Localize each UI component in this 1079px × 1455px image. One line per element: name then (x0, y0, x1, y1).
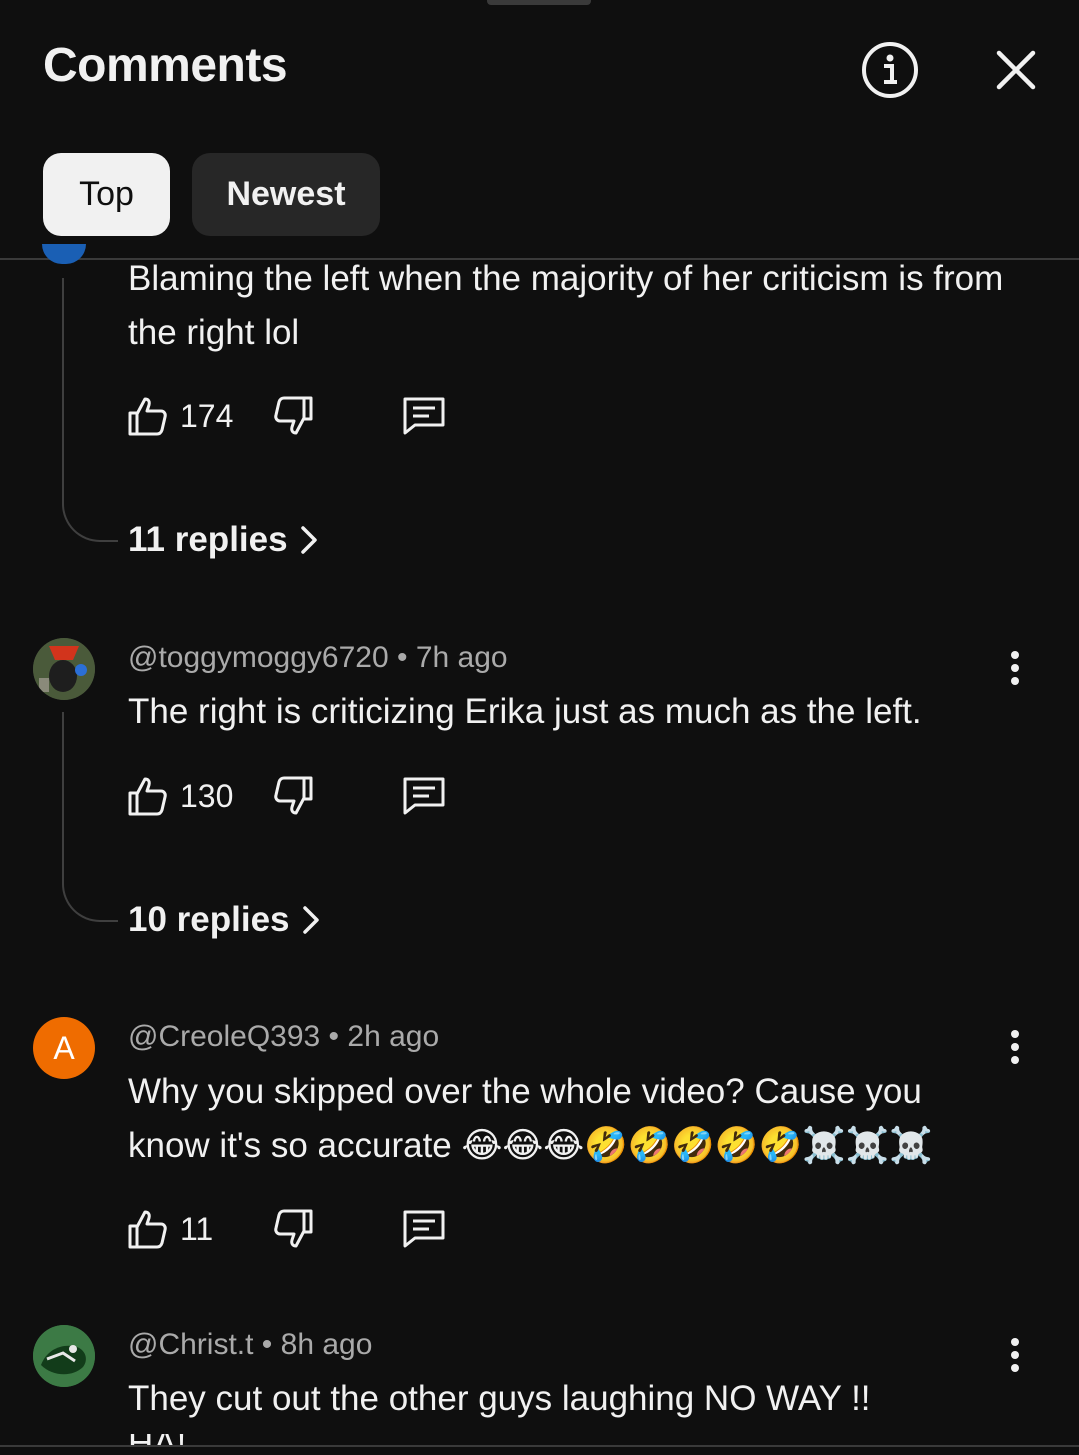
comment-meta: @toggymoggy6720 • 7h ago (128, 641, 508, 675)
thumbs-up-icon (128, 777, 167, 816)
comment-time: 2h ago (347, 1020, 440, 1053)
comment-meta: @Christ.t • 8h ago (128, 1328, 372, 1362)
meta-separator: • (320, 1020, 348, 1053)
thumbs-down-icon (274, 1209, 313, 1248)
replies-count: 11 replies (128, 520, 288, 559)
drag-handle[interactable] (487, 0, 591, 5)
like-count: 11 (180, 1210, 214, 1247)
dislike-button[interactable] (273, 1208, 315, 1250)
info-button[interactable] (858, 38, 922, 102)
comment-icon (403, 1210, 445, 1248)
close-button[interactable] (984, 38, 1048, 102)
comment-text: They cut out the other guys laughing NO … (128, 1379, 871, 1418)
replies-link[interactable]: 10 replies (128, 900, 320, 940)
dislike-button[interactable] (273, 775, 315, 817)
comment-actions: 130 (126, 774, 447, 818)
thumbs-up-icon (128, 397, 167, 436)
page-title: Comments (43, 39, 288, 92)
thread-line (62, 712, 64, 880)
thumbs-down-icon (274, 776, 313, 815)
more-options-button[interactable] (1000, 646, 1030, 690)
close-icon (996, 50, 1036, 90)
comment-author[interactable]: @CreoleQ393 (128, 1020, 320, 1053)
comment-actions: 174 (126, 394, 447, 438)
comment-text-line: know it's so accurate 😂😂😂🤣🤣🤣🤣🤣☠️☠️☠️ (128, 1126, 933, 1165)
comment-text: Blaming the left when the majority of he… (128, 259, 1004, 352)
bottom-divider (0, 1445, 1079, 1447)
comment-author[interactable]: @Christ.t (128, 1328, 253, 1361)
info-icon (862, 42, 918, 98)
comment-author[interactable]: @toggymoggy6720 (128, 641, 389, 674)
like-count: 130 (180, 777, 234, 814)
reply-button[interactable] (401, 395, 447, 437)
more-vert-icon (1011, 1338, 1019, 1372)
more-vert-icon (1011, 651, 1019, 685)
reply-button[interactable] (401, 775, 447, 817)
more-options-button[interactable] (1000, 1025, 1030, 1069)
reply-button[interactable] (401, 1208, 447, 1250)
comment-text: The right is criticizing Erika just as m… (128, 692, 922, 731)
tab-top[interactable]: Top (43, 153, 170, 236)
chevron-right-icon (302, 906, 319, 934)
comment-time: 8h ago (280, 1328, 373, 1361)
avatar-photo-icon (33, 1325, 95, 1387)
comment-text-line: Why you skipped over the whole video? Ca… (128, 1072, 922, 1111)
comment-time: 7h ago (415, 641, 508, 674)
tab-newest[interactable]: Newest (192, 153, 380, 236)
comment-icon (403, 777, 445, 815)
replies-link[interactable]: 11 replies (128, 520, 318, 560)
thumbs-up-icon (128, 1210, 167, 1249)
like-count: 174 (180, 397, 234, 434)
avatar-photo-icon (33, 638, 95, 700)
comment-text: Why you skipped over the whole video? Ca… (128, 1065, 1008, 1173)
like-button[interactable] (126, 395, 168, 437)
more-options-button[interactable] (1000, 1333, 1030, 1377)
thumbs-down-icon (274, 396, 313, 435)
avatar[interactable]: A (33, 1017, 95, 1079)
meta-separator: • (388, 641, 416, 674)
chevron-right-icon (300, 526, 317, 554)
like-button[interactable] (126, 1208, 168, 1250)
replies-count: 10 replies (128, 900, 290, 939)
like-button[interactable] (126, 775, 168, 817)
comment-actions: 11 (126, 1207, 447, 1251)
thread-curve (62, 880, 118, 922)
avatar[interactable] (33, 638, 95, 700)
comment-meta: @CreoleQ393 • 2h ago (128, 1020, 439, 1054)
avatar[interactable] (33, 1325, 95, 1387)
more-vert-icon (1011, 1030, 1019, 1064)
meta-separator: • (253, 1328, 281, 1361)
comment-icon (403, 397, 445, 435)
avatar[interactable] (42, 244, 86, 264)
dislike-button[interactable] (273, 395, 315, 437)
thread-curve (62, 500, 118, 542)
thread-line (62, 278, 64, 500)
